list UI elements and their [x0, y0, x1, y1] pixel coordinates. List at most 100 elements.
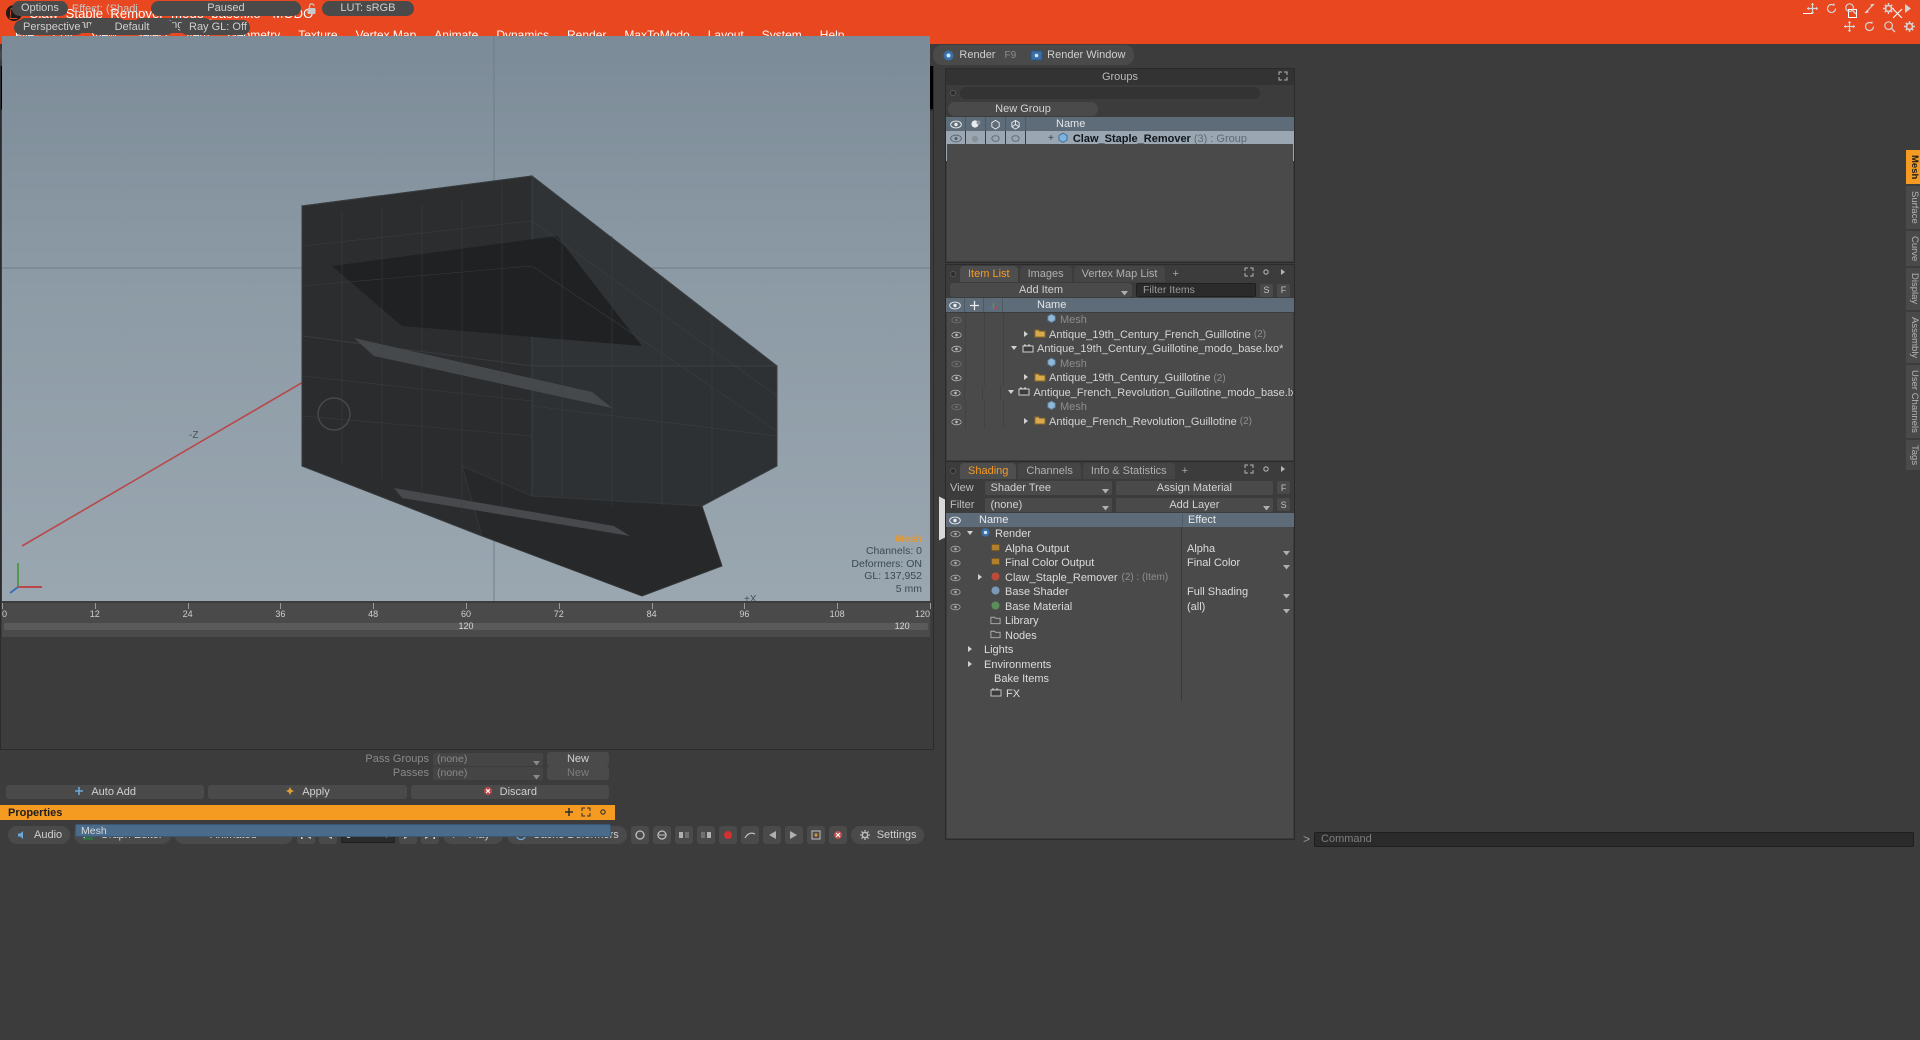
- snap-icon[interactable]: [806, 826, 825, 844]
- table-row[interactable]: Mesh: [947, 356, 1293, 371]
- row-eye-toggle[interactable]: [947, 545, 964, 553]
- zoom-icon[interactable]: [1844, 2, 1857, 15]
- fit-icon[interactable]: [1863, 2, 1876, 15]
- row-axis-toggle[interactable]: [985, 400, 1004, 415]
- table-row[interactable]: Antique_19th_Century_Guillotine (2): [947, 371, 1293, 386]
- tab-vertex-map-list[interactable]: Vertex Map List: [1073, 266, 1166, 282]
- row-eye-toggle[interactable]: [947, 588, 964, 596]
- shading-s-button[interactable]: S: [1277, 498, 1290, 511]
- table-row[interactable]: Mesh: [947, 313, 1293, 328]
- gear-icon[interactable]: [1882, 2, 1895, 15]
- new-pass-button[interactable]: New: [547, 766, 609, 780]
- tab-shading[interactable]: Shading: [960, 463, 1017, 479]
- panel-menu-icon[interactable]: [1278, 464, 1291, 477]
- row-eye-toggle[interactable]: [947, 356, 966, 371]
- tab-add-button[interactable]: +: [1167, 266, 1183, 282]
- row-eye-toggle[interactable]: [947, 559, 964, 567]
- 3d-viewport-canvas[interactable]: -Z +X Mesh Channels: 0 Deformers: ON GL:…: [2, 36, 930, 601]
- vertical-tab-tags[interactable]: Tags: [1906, 439, 1920, 470]
- table-row[interactable]: Environments: [947, 657, 1293, 672]
- range-start-icon[interactable]: [674, 826, 693, 844]
- effect-cell[interactable]: Full Shading: [1181, 585, 1293, 600]
- row-lock-toggle[interactable]: [966, 313, 985, 328]
- effect-cell[interactable]: Final Color: [1181, 556, 1293, 571]
- viewport-perspective-button[interactable]: Perspective: [14, 19, 84, 35]
- table-row[interactable]: Antique_French_Revolution_Guillotine_mod…: [947, 385, 1293, 400]
- row-eye-toggle[interactable]: [947, 385, 966, 400]
- row-lock-toggle[interactable]: [965, 385, 984, 400]
- table-row[interactable]: FX: [947, 686, 1293, 701]
- viewport-raygl-button[interactable]: Ray GL: Off: [180, 19, 250, 35]
- row-eye-toggle[interactable]: [947, 414, 966, 429]
- settings-button[interactable]: Settings: [850, 826, 925, 844]
- row-eye-toggle[interactable]: [947, 400, 966, 415]
- delete-key-icon[interactable]: [828, 826, 847, 844]
- row-eye-toggle[interactable]: [947, 313, 966, 328]
- zoom-icon[interactable]: [1883, 20, 1896, 33]
- passes-dropdown[interactable]: (none): [433, 766, 543, 780]
- panel-menu-dot-icon[interactable]: [950, 271, 956, 277]
- shading-filter-dropdown[interactable]: (none): [985, 497, 1112, 512]
- autokey-icon[interactable]: [652, 826, 671, 844]
- discard-button[interactable]: Discard: [410, 785, 609, 799]
- render-window-button[interactable]: Render Window: [1023, 46, 1132, 64]
- panel-menu-dot-icon[interactable]: [950, 468, 956, 474]
- viewport-shading-style-button[interactable]: Default: [90, 19, 174, 35]
- gear-icon[interactable]: [1903, 20, 1916, 33]
- expander-icon[interactable]: [1022, 329, 1031, 341]
- row-axis-toggle[interactable]: [983, 385, 1002, 400]
- row-axis-toggle[interactable]: [985, 414, 1004, 429]
- rotate-icon[interactable]: [1863, 20, 1876, 33]
- arrow-icon[interactable]: [1901, 2, 1914, 15]
- expander-icon[interactable]: [1010, 343, 1019, 355]
- row-eye-toggle[interactable]: [947, 530, 964, 538]
- tab-add-button[interactable]: +: [1177, 463, 1193, 479]
- add-item-button[interactable]: Add Item: [950, 283, 1132, 297]
- move-icon[interactable]: [1806, 2, 1819, 15]
- filter-f-button[interactable]: F: [1277, 283, 1290, 297]
- expander-icon[interactable]: [1022, 416, 1031, 428]
- command-input[interactable]: Command: [1314, 831, 1914, 847]
- table-row[interactable]: Final Color Output Final Color: [947, 556, 1293, 571]
- row-axis-toggle[interactable]: [985, 313, 1004, 328]
- row-eye-toggle[interactable]: [947, 371, 966, 386]
- tab-item-list[interactable]: Item List: [960, 266, 1018, 282]
- maximize-panel-icon[interactable]: [581, 807, 594, 820]
- lut-button[interactable]: LUT: sRGB: [321, 1, 414, 16]
- maximize-panel-icon[interactable]: [1244, 267, 1257, 280]
- table-row[interactable]: Nodes: [947, 628, 1293, 643]
- row-axis-toggle[interactable]: [985, 327, 1004, 342]
- apply-button[interactable]: Apply: [208, 785, 407, 799]
- render-effect-label[interactable]: Effect: (Shadi...: [72, 3, 147, 15]
- table-row[interactable]: Claw_Staple_Remover (2) : (Item): [947, 570, 1293, 585]
- effect-cell[interactable]: [1181, 643, 1293, 658]
- move-icon[interactable]: [1843, 20, 1856, 33]
- row-eye-toggle[interactable]: [947, 327, 966, 342]
- row-lock-toggle[interactable]: [966, 356, 985, 371]
- assign-material-button[interactable]: Assign Material: [1115, 480, 1274, 495]
- expander-icon[interactable]: [1007, 387, 1015, 399]
- table-row[interactable]: Antique_19th_Century_French_Guillotine (2…: [947, 327, 1293, 342]
- shading-f-button[interactable]: F: [1277, 481, 1290, 494]
- expander-icon[interactable]: [976, 572, 986, 584]
- row-lock-toggle[interactable]: [966, 400, 985, 415]
- key-icon[interactable]: [630, 826, 649, 844]
- new-pass-group-button[interactable]: New: [547, 752, 609, 766]
- effect-cell[interactable]: [1181, 686, 1293, 701]
- table-row[interactable]: Antique_French_Revolution_Guillotine (2): [947, 414, 1293, 429]
- effect-cell[interactable]: [1181, 628, 1293, 643]
- table-row[interactable]: Render: [947, 527, 1293, 542]
- record-icon[interactable]: [718, 826, 737, 844]
- new-group-button[interactable]: New Group: [948, 102, 1098, 116]
- row-axis-toggle[interactable]: [985, 356, 1004, 371]
- gear-icon[interactable]: [1261, 464, 1274, 477]
- tab-channels[interactable]: Channels: [1018, 463, 1081, 479]
- row-lock-toggle[interactable]: [966, 327, 985, 342]
- expander-icon[interactable]: +: [1048, 133, 1054, 144]
- tab-images[interactable]: Images: [1019, 266, 1072, 282]
- name-input[interactable]: Mesh: [75, 824, 611, 837]
- table-row[interactable]: Bake Items: [947, 672, 1293, 687]
- row-lock-toggle[interactable]: [966, 414, 985, 429]
- effect-cell[interactable]: [1181, 527, 1293, 542]
- vertical-tab-curve[interactable]: Curve: [1906, 231, 1920, 267]
